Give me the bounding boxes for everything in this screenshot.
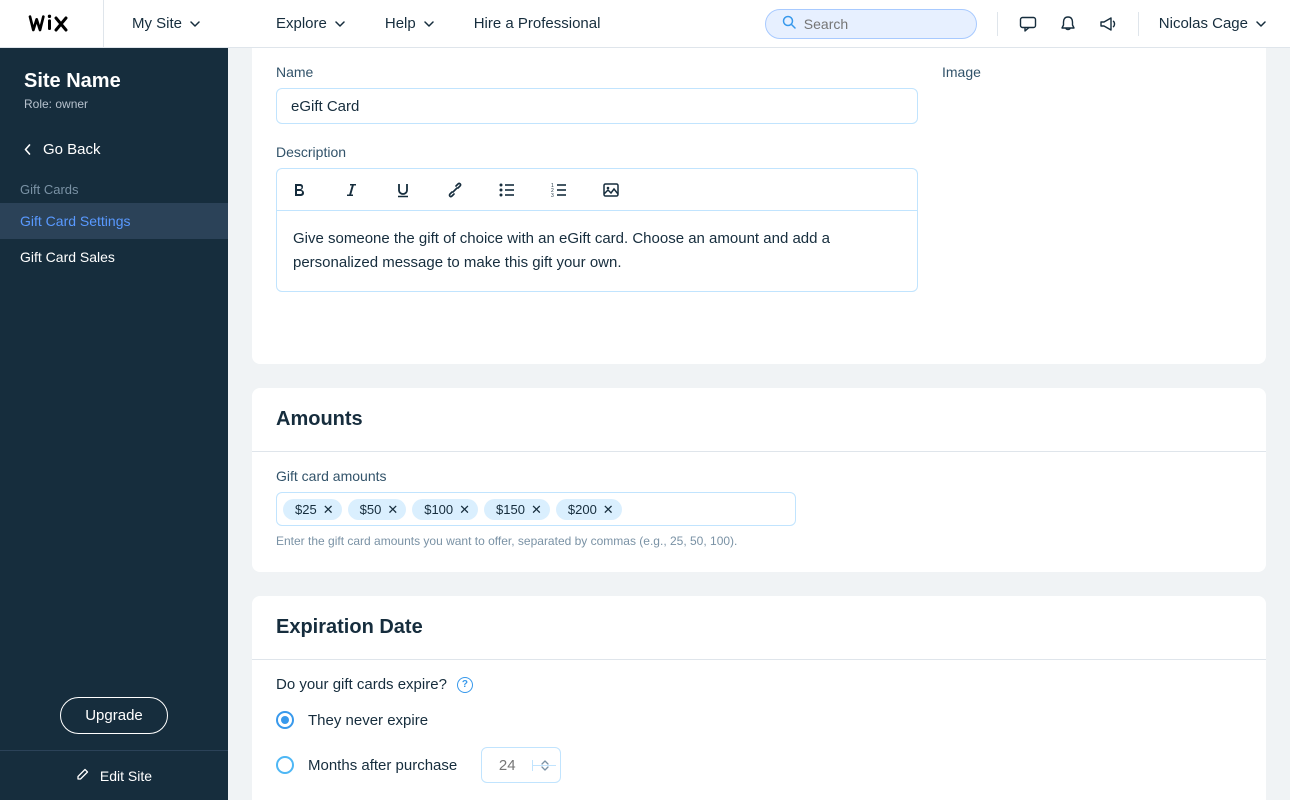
tag-label: $100 — [424, 502, 453, 517]
card-amounts-header: Amounts — [252, 388, 1266, 452]
description-label: Description — [276, 144, 918, 160]
numbered-list-button[interactable]: 123 — [549, 180, 569, 200]
image-label: Image — [942, 64, 1242, 80]
nav-hire-professional[interactable]: Hire a Professional — [474, 15, 601, 32]
card-details: Name Description 123 — [252, 48, 1266, 364]
sidebar-header: Site Name Role: owner — [0, 48, 228, 129]
nav-explore[interactable]: Explore — [276, 15, 345, 32]
radio-button[interactable] — [276, 756, 294, 774]
amount-tag: $100 ✕ — [412, 499, 478, 520]
months-stepper[interactable] — [481, 747, 561, 783]
radio-button[interactable] — [276, 711, 294, 729]
amount-tag: $50 ✕ — [348, 499, 407, 520]
svg-text:3: 3 — [551, 193, 554, 197]
edit-site-label: Edit Site — [100, 768, 152, 784]
role-label: Role: owner — [24, 97, 204, 111]
edit-site-link[interactable]: Edit Site — [0, 751, 228, 800]
chevron-left-icon — [24, 144, 31, 155]
image-button[interactable] — [601, 180, 621, 200]
name-label: Name — [276, 64, 918, 80]
divider — [1138, 12, 1139, 36]
tag-remove-icon[interactable]: ✕ — [603, 503, 614, 516]
upgrade-row: Upgrade — [0, 681, 228, 750]
tag-label: $150 — [496, 502, 525, 517]
wix-logo[interactable] — [0, 0, 104, 47]
chevron-down-icon — [424, 21, 434, 27]
name-field-group: Name Description 123 — [276, 64, 918, 292]
go-back-link[interactable]: Go Back — [0, 129, 228, 172]
image-field-group: Image — [942, 64, 1242, 292]
chat-icon[interactable] — [1018, 14, 1038, 34]
description-field-group: Description 123 Give someone the gift — [276, 144, 918, 292]
nav-help-label: Help — [385, 15, 416, 32]
amounts-tags-input[interactable]: $25 ✕ $50 ✕ $100 ✕ $150 ✕ $200 ✕ — [276, 492, 796, 526]
spacer — [0, 275, 228, 681]
radio-label: They never expire — [308, 712, 428, 729]
link-button[interactable] — [445, 180, 465, 200]
nav-help[interactable]: Help — [385, 15, 434, 32]
underline-button[interactable] — [393, 180, 413, 200]
search-icon — [782, 15, 796, 32]
tag-remove-icon[interactable]: ✕ — [531, 503, 542, 516]
radio-option-months[interactable]: Months after purchase — [276, 747, 1242, 783]
bullet-list-button[interactable] — [497, 180, 517, 200]
topbar: My Site Explore Help Hire a Professional… — [0, 0, 1290, 48]
sidebar: Site Name Role: owner Go Back Gift Cards… — [0, 48, 228, 800]
amount-tag: $25 ✕ — [283, 499, 342, 520]
amounts-title: Amounts — [276, 408, 1242, 431]
tag-remove-icon[interactable]: ✕ — [323, 503, 334, 516]
chevron-down-icon — [335, 21, 345, 27]
sidebar-item-gift-card-settings[interactable]: Gift Card Settings — [0, 203, 228, 239]
amount-tag: $200 ✕ — [556, 499, 622, 520]
megaphone-icon[interactable] — [1098, 14, 1118, 34]
description-textarea[interactable]: Give someone the gift of choice with an … — [276, 210, 918, 292]
sidebar-section-label: Gift Cards — [0, 172, 228, 203]
pencil-icon — [76, 767, 90, 784]
expiration-question: Do your gift cards expire? — [276, 676, 447, 693]
user-menu[interactable]: Nicolas Cage — [1159, 15, 1266, 32]
chevron-down-icon — [1256, 21, 1266, 27]
tag-label: $25 — [295, 502, 317, 517]
info-icon[interactable]: ? — [457, 677, 473, 693]
expiration-title: Expiration Date — [276, 616, 1242, 639]
topbar-nav: Explore Help Hire a Professional — [228, 15, 600, 32]
italic-button[interactable] — [341, 180, 361, 200]
tag-label: $50 — [360, 502, 382, 517]
radio-option-never[interactable]: They never expire — [276, 711, 1242, 729]
name-input[interactable] — [276, 88, 918, 124]
card-amounts: Amounts Gift card amounts $25 ✕ $50 ✕ $100… — [252, 388, 1266, 572]
divider — [997, 12, 998, 36]
bell-icon[interactable] — [1058, 14, 1078, 34]
search-input[interactable] — [804, 16, 960, 32]
rte-toolbar: 123 — [276, 168, 918, 210]
topbar-right: Nicolas Cage — [765, 0, 1290, 47]
site-name: Site Name — [24, 70, 204, 93]
upgrade-button[interactable]: Upgrade — [60, 697, 168, 734]
tag-label: $200 — [568, 502, 597, 517]
nav-explore-label: Explore — [276, 15, 327, 32]
nav-hire-label: Hire a Professional — [474, 15, 601, 32]
expiration-question-row: Do your gift cards expire? ? — [276, 676, 1242, 693]
bold-button[interactable] — [289, 180, 309, 200]
amounts-help-text: Enter the gift card amounts you want to … — [276, 534, 1242, 548]
amounts-field-label: Gift card amounts — [276, 468, 1242, 484]
radio-label: Months after purchase — [308, 757, 457, 774]
go-back-label: Go Back — [43, 141, 101, 158]
tag-remove-icon[interactable]: ✕ — [387, 503, 398, 516]
sidebar-item-gift-card-sales[interactable]: Gift Card Sales — [0, 239, 228, 275]
topbar-left: My Site — [0, 0, 228, 47]
user-name-label: Nicolas Cage — [1159, 15, 1248, 32]
stepper-down-button[interactable] — [533, 766, 556, 771]
months-input[interactable] — [482, 757, 532, 774]
tag-remove-icon[interactable]: ✕ — [459, 503, 470, 516]
chevron-down-icon — [190, 21, 200, 27]
main-content: Name Description 123 — [228, 48, 1290, 800]
amount-tag: $150 ✕ — [484, 499, 550, 520]
stepper-buttons — [532, 760, 556, 771]
my-site-dropdown[interactable]: My Site — [104, 0, 228, 47]
card-expiration-header: Expiration Date — [252, 596, 1266, 660]
my-site-label: My Site — [132, 15, 182, 32]
card-expiration: Expiration Date Do your gift cards expir… — [252, 596, 1266, 800]
search-box[interactable] — [765, 9, 977, 39]
